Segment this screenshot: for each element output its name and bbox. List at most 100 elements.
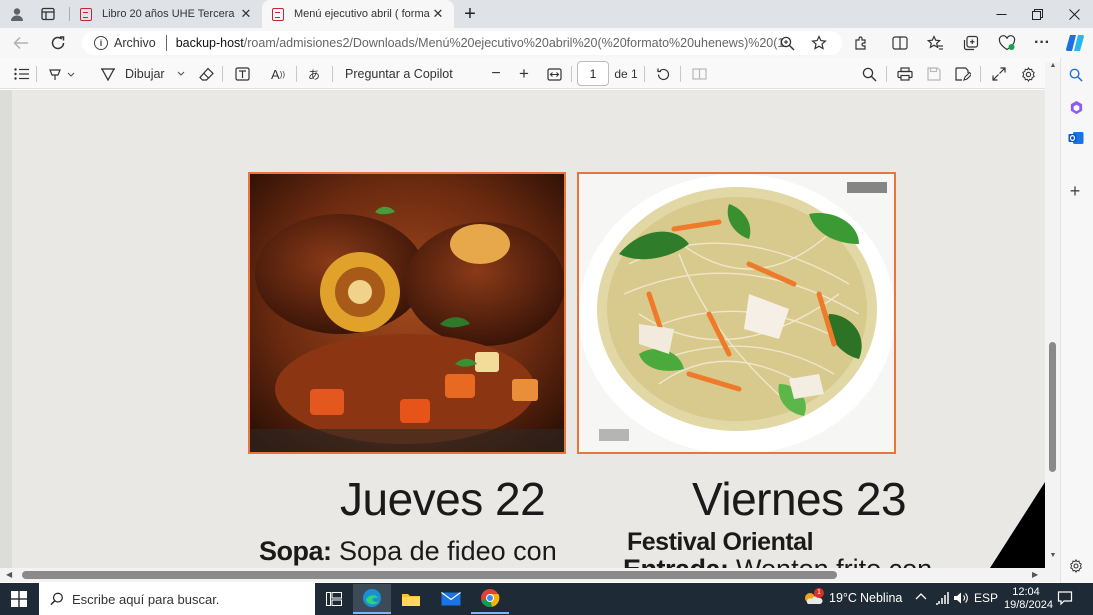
zoom-out-icon[interactable]: − bbox=[485, 62, 507, 86]
osso-buco-photo bbox=[248, 172, 566, 454]
add-icon[interactable]: + bbox=[1064, 181, 1086, 201]
url-field[interactable]: i Archivo backup-host /roam/admisiones2/… bbox=[82, 31, 842, 55]
info-icon[interactable]: i bbox=[94, 36, 108, 50]
zoom-icon[interactable] bbox=[776, 33, 798, 53]
pdf-icon bbox=[80, 7, 92, 21]
friday-heading: Viernes 23 bbox=[692, 473, 907, 525]
close-icon[interactable]: ✕ bbox=[430, 6, 446, 22]
scroll-right-arrow[interactable]: ▶ bbox=[1032, 570, 1038, 579]
settings-icon[interactable] bbox=[1017, 62, 1039, 86]
taskbar-search-box[interactable]: Escribe aquí para buscar. bbox=[39, 583, 315, 615]
tab-title: Libro 20 años UHE Tercera entrega bbox=[102, 8, 238, 20]
scroll-down-arrow[interactable]: ▼ bbox=[1049, 552, 1057, 562]
page-number-input[interactable]: 1 bbox=[577, 61, 609, 86]
office-icon[interactable] bbox=[1066, 98, 1086, 116]
thursday-heading: Jueves 22 bbox=[340, 473, 546, 525]
rotate-icon[interactable] bbox=[652, 62, 674, 86]
weather-temp: 19°C bbox=[829, 591, 857, 605]
read-aloud-icon[interactable]: A)) bbox=[267, 62, 289, 86]
page-view-icon[interactable] bbox=[688, 62, 710, 86]
find-icon[interactable] bbox=[858, 62, 880, 86]
task-view-icon[interactable] bbox=[315, 584, 353, 614]
page-total-label: de 1 bbox=[614, 67, 638, 81]
scroll-left-arrow[interactable]: ◀ bbox=[6, 570, 12, 579]
text-icon[interactable] bbox=[231, 62, 253, 86]
sidebar-search-icon[interactable] bbox=[1066, 66, 1086, 84]
toolbar-separator bbox=[980, 66, 981, 82]
copilot-icon[interactable] bbox=[1064, 33, 1086, 53]
fullscreen-icon[interactable] bbox=[988, 62, 1010, 86]
thursday-soup-line: Sopa: Sopa de fideo con bbox=[259, 536, 557, 567]
decorative-triangle bbox=[990, 482, 1045, 568]
search-placeholder: Escribe aquí para buscar. bbox=[72, 591, 220, 607]
ask-copilot-button[interactable]: Preguntar a Copilot bbox=[345, 62, 455, 86]
tab-actions-icon[interactable] bbox=[32, 0, 64, 28]
draw-button[interactable]: Dibujar bbox=[100, 62, 190, 86]
soup-label: Sopa: bbox=[259, 536, 332, 566]
entry-text: Wonton frito con bbox=[736, 554, 932, 568]
security-label: Archivo bbox=[114, 36, 156, 50]
save-as-icon[interactable] bbox=[952, 62, 974, 86]
browser-essentials-icon[interactable] bbox=[996, 33, 1018, 53]
toolbar-separator bbox=[332, 66, 333, 82]
pdf-icon bbox=[272, 7, 284, 21]
clock[interactable]: 12:04 19/8/2024 bbox=[1004, 586, 1053, 612]
pdf-page: Jueves 22 Viernes 23 Sopa: Sopa de fideo… bbox=[12, 90, 1045, 568]
edge-icon[interactable] bbox=[353, 584, 391, 614]
zoom-in-icon[interactable]: + bbox=[513, 62, 535, 86]
draw-label: Dibujar bbox=[125, 67, 165, 81]
collections-icon[interactable] bbox=[960, 33, 982, 53]
weather-icon[interactable]: 1 bbox=[803, 588, 824, 608]
mail-icon[interactable] bbox=[432, 584, 470, 614]
tab-title: Menú ejecutivo abril ( formato uhenews) bbox=[294, 8, 430, 20]
language-indicator[interactable]: ESP bbox=[974, 591, 998, 605]
tab-menu-ejecutivo[interactable]: Menú ejecutivo abril ( formato uhenews) … bbox=[262, 0, 454, 28]
festival-title: Festival Oriental bbox=[627, 528, 814, 556]
eraser-icon[interactable] bbox=[195, 62, 217, 86]
chevron-down-icon bbox=[177, 71, 184, 76]
profile-icon[interactable] bbox=[0, 0, 34, 28]
translate-icon[interactable]: あ bbox=[303, 62, 325, 86]
tab-libro[interactable]: Libro 20 años UHE Tercera entrega ✕ bbox=[70, 0, 262, 28]
print-icon[interactable] bbox=[894, 62, 916, 86]
favorites-icon[interactable] bbox=[924, 33, 946, 53]
extensions-icon[interactable] bbox=[850, 33, 872, 53]
horizontal-scroll-thumb[interactable] bbox=[22, 571, 837, 579]
url-path: /roam/admisiones2/Downloads/Menú%20ejecu… bbox=[243, 36, 784, 50]
contents-icon[interactable] bbox=[10, 62, 32, 86]
toolbar-separator bbox=[296, 66, 297, 82]
fit-page-icon[interactable] bbox=[543, 62, 565, 86]
refresh-icon[interactable] bbox=[47, 33, 69, 53]
sidebar-settings-icon[interactable] bbox=[1066, 557, 1086, 575]
toolbar-separator bbox=[644, 66, 645, 82]
outlook-icon[interactable] bbox=[1066, 129, 1086, 147]
network-icon[interactable] bbox=[935, 591, 951, 607]
new-tab-icon[interactable]: + bbox=[454, 0, 486, 28]
noodle-soup-photo bbox=[577, 172, 896, 454]
minimize-icon[interactable] bbox=[983, 0, 1019, 28]
toolbar-separator bbox=[222, 66, 223, 82]
clock-time: 12:04 bbox=[1012, 586, 1040, 598]
more-icon[interactable]: ··· bbox=[1031, 33, 1053, 53]
pdf-viewport[interactable]: Jueves 22 Viernes 23 Sopa: Sopa de fideo… bbox=[0, 90, 1045, 568]
scroll-up-arrow[interactable]: ▲ bbox=[1049, 62, 1057, 72]
save-icon[interactable] bbox=[923, 62, 945, 86]
clock-date: 19/8/2024 bbox=[1004, 599, 1053, 611]
favorite-star-icon[interactable] bbox=[808, 33, 830, 53]
chevron-up-icon[interactable] bbox=[914, 590, 930, 606]
windows-start-icon[interactable] bbox=[0, 584, 38, 614]
maximize-icon[interactable] bbox=[1019, 0, 1055, 28]
split-screen-icon[interactable] bbox=[889, 33, 911, 53]
highlight-icon[interactable] bbox=[44, 62, 82, 86]
close-icon[interactable]: ✕ bbox=[238, 6, 254, 22]
vertical-scroll-thumb[interactable] bbox=[1049, 342, 1056, 472]
horizontal-scrollbar[interactable]: ◀ ▶ bbox=[0, 568, 1060, 582]
chrome-icon[interactable] bbox=[471, 584, 509, 614]
close-window-icon[interactable] bbox=[1056, 0, 1092, 28]
volume-icon[interactable] bbox=[953, 591, 969, 607]
toolbar-separator bbox=[571, 66, 572, 82]
back-icon[interactable] bbox=[10, 33, 32, 53]
notifications-icon[interactable] bbox=[1057, 590, 1075, 608]
vertical-scrollbar[interactable]: ▲ ▼ bbox=[1045, 62, 1060, 568]
file-explorer-icon[interactable] bbox=[392, 584, 430, 614]
